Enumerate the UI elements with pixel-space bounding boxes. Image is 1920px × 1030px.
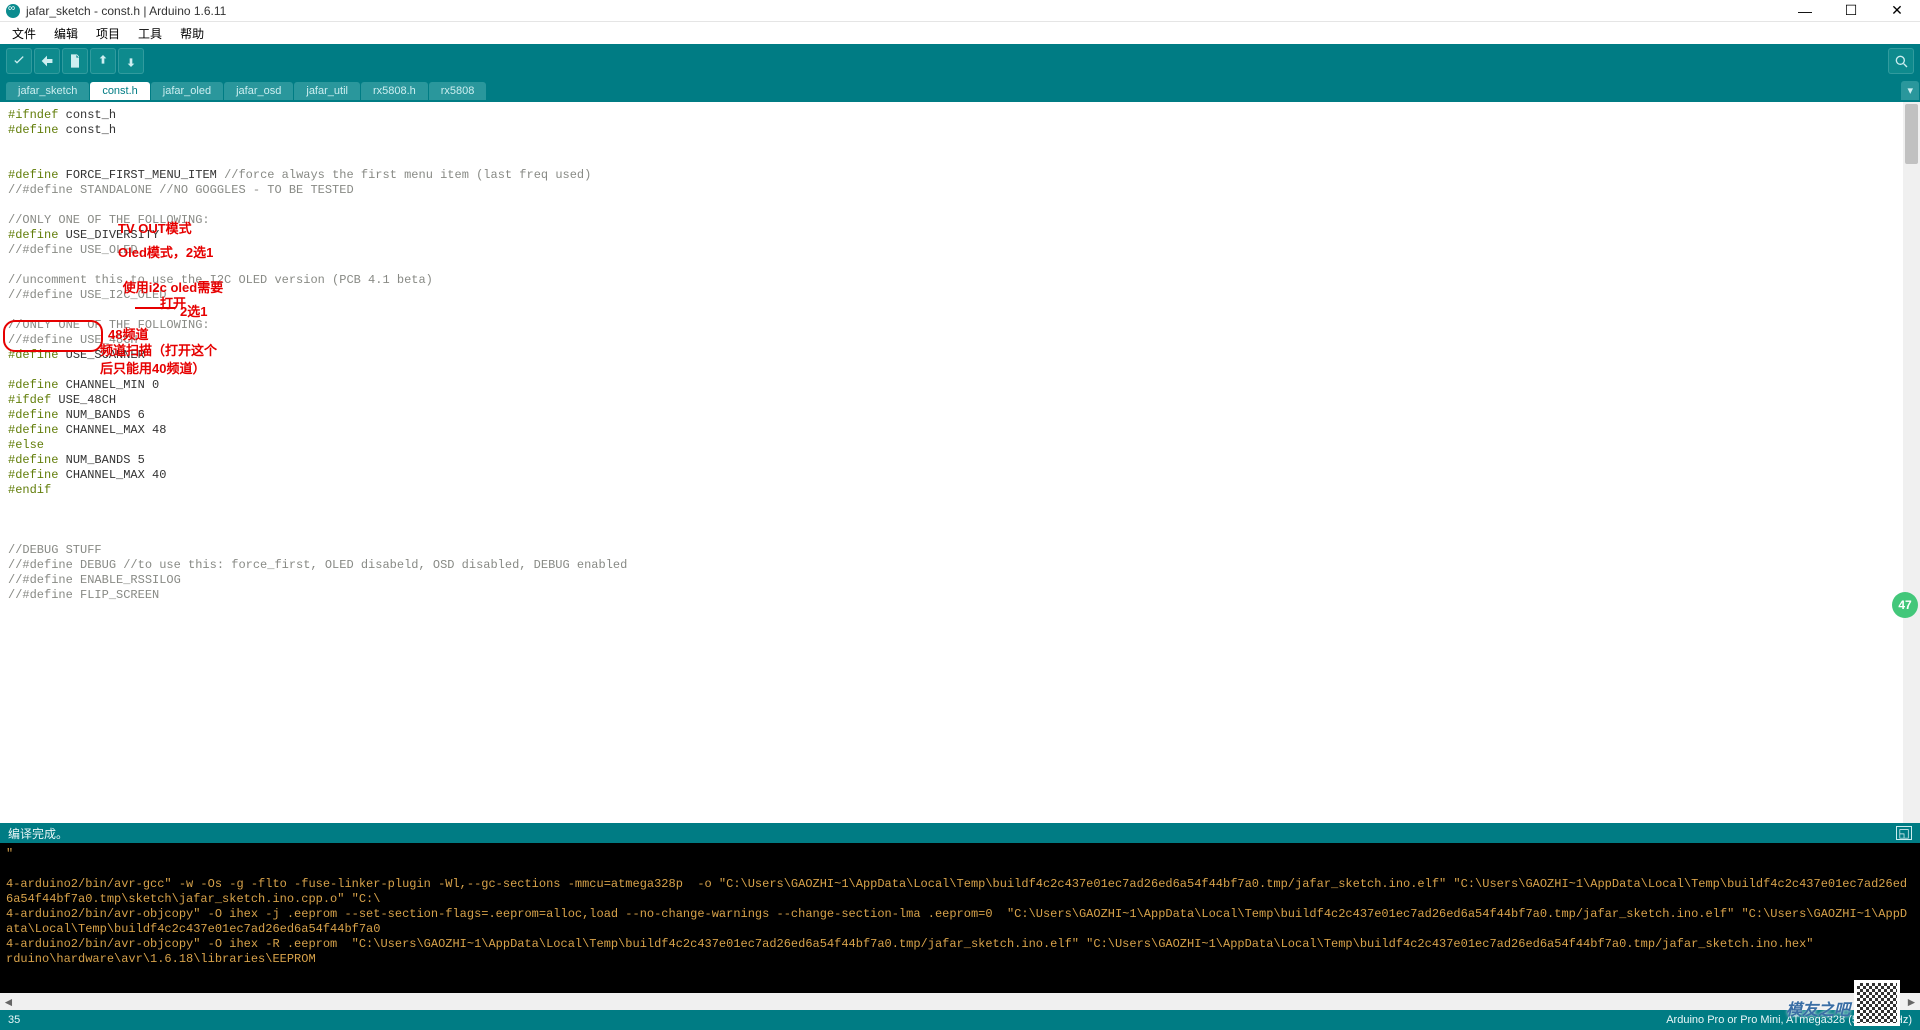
tab-dropdown-icon[interactable]: ▾	[1901, 81, 1919, 100]
serial-monitor-button[interactable]	[1888, 48, 1914, 74]
title-bar: jafar_sketch - const.h | Arduino 1.6.11 …	[0, 0, 1920, 22]
minimize-button[interactable]: —	[1782, 0, 1828, 22]
tab-rx5808[interactable]: rx5808	[429, 82, 487, 100]
compile-status-bar: 编译完成。 ◱	[0, 823, 1920, 843]
maximize-button[interactable]: ☐	[1828, 0, 1874, 22]
save-button[interactable]	[118, 48, 144, 74]
console-expand-icon[interactable]: ◱	[1896, 826, 1912, 840]
tab-jafar-sketch[interactable]: jafar_sketch	[6, 82, 89, 100]
app-icon	[6, 4, 20, 18]
horizontal-scrollbar[interactable]: ◄ ►	[0, 993, 1920, 1010]
tab-bar: jafar_sketch const.h jafar_oled jafar_os…	[0, 78, 1920, 100]
watermark-brand: 模友之吧	[1786, 996, 1850, 1020]
tab-const-h[interactable]: const.h	[90, 82, 149, 100]
open-button[interactable]	[90, 48, 116, 74]
window-title: jafar_sketch - const.h | Arduino 1.6.11	[26, 4, 1782, 18]
tab-jafar-osd[interactable]: jafar_osd	[224, 82, 293, 100]
menu-help[interactable]: 帮助	[172, 23, 212, 44]
compile-status-text: 编译完成。	[8, 825, 68, 842]
notification-badge[interactable]: 47	[1892, 592, 1918, 618]
scrollbar-thumb[interactable]	[1905, 104, 1918, 164]
tab-rx5808-h[interactable]: rx5808.h	[361, 82, 428, 100]
tab-jafar-util[interactable]: jafar_util	[294, 82, 360, 100]
editor-area[interactable]: #ifndef const_h #define const_h #define …	[0, 102, 1920, 823]
verify-button[interactable]	[6, 48, 32, 74]
upload-button[interactable]	[34, 48, 60, 74]
menu-tools[interactable]: 工具	[130, 23, 170, 44]
bottom-status-bar: 35 Arduino Pro or Pro Mini, ATmega328 (5…	[0, 1010, 1920, 1030]
editor-scrollbar[interactable]	[1903, 102, 1920, 823]
menu-edit[interactable]: 编辑	[46, 23, 86, 44]
menu-file[interactable]: 文件	[4, 23, 44, 44]
line-number: 35	[8, 1014, 20, 1026]
scroll-right-icon[interactable]: ►	[1903, 995, 1920, 1009]
close-button[interactable]: ✕	[1874, 0, 1920, 22]
watermark-qr-icon	[1854, 980, 1900, 1026]
new-button[interactable]	[62, 48, 88, 74]
menu-project[interactable]: 项目	[88, 23, 128, 44]
scroll-left-icon[interactable]: ◄	[0, 995, 17, 1009]
menu-bar: 文件 编辑 项目 工具 帮助	[0, 22, 1920, 44]
console-output[interactable]: "	[0, 843, 1920, 993]
toolbar	[0, 44, 1920, 78]
tab-jafar-oled[interactable]: jafar_oled	[151, 82, 223, 100]
code-editor[interactable]: #ifndef const_h #define const_h #define …	[0, 102, 1902, 823]
